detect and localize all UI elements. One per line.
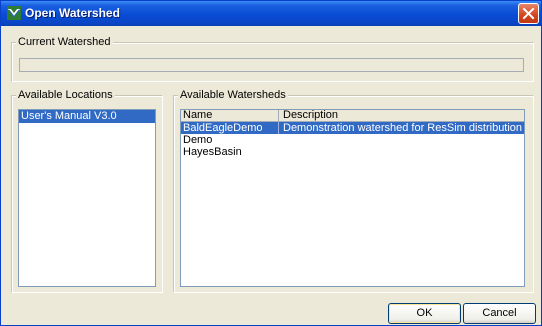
locations-list[interactable]: User's Manual V3.0 [18, 109, 156, 287]
column-header-description[interactable]: Description [283, 110, 338, 121]
column-header-name[interactable]: Name [183, 110, 212, 121]
watershed-name: BaldEagleDemo [183, 122, 263, 134]
open-watershed-dialog: Open Watershed Current Watershed Availab… [0, 0, 542, 326]
watershed-name: Demo [183, 134, 213, 146]
window-title: Open Watershed [25, 6, 120, 20]
current-watershed-label: Current Watershed [16, 36, 113, 49]
watershed-description: Demonstration watershed for ResSim distr… [283, 122, 523, 134]
title-bar[interactable]: Open Watershed [1, 1, 541, 26]
table-row[interactable]: Demo [181, 134, 524, 146]
ok-button[interactable]: OK [388, 303, 461, 324]
cell-divider [278, 122, 279, 134]
current-watershed-field [19, 58, 524, 72]
close-button[interactable] [518, 3, 539, 24]
available-locations-group: Available Locations User's Manual V3.0 [11, 89, 163, 293]
current-watershed-group: Current Watershed [11, 36, 534, 82]
close-icon [522, 7, 535, 20]
cancel-button[interactable]: Cancel [463, 303, 536, 324]
location-item[interactable]: User's Manual V3.0 [19, 110, 155, 123]
table-row[interactable]: BaldEagleDemo Demonstration watershed fo… [181, 122, 524, 134]
available-watersheds-group: Available Watersheds Name Description Ba… [173, 89, 534, 293]
watersheds-table[interactable]: Name Description BaldEagleDemo Demonstra… [180, 109, 525, 287]
watershed-icon [7, 6, 21, 20]
watershed-name: HayesBasin [183, 146, 242, 158]
dialog-content: Current Watershed Available Locations Us… [4, 26, 538, 324]
table-row[interactable]: HayesBasin [181, 146, 524, 158]
table-header: Name Description [181, 110, 524, 122]
available-locations-label: Available Locations [16, 89, 115, 102]
available-watersheds-label: Available Watersheds [178, 89, 288, 102]
column-divider[interactable] [278, 110, 279, 121]
